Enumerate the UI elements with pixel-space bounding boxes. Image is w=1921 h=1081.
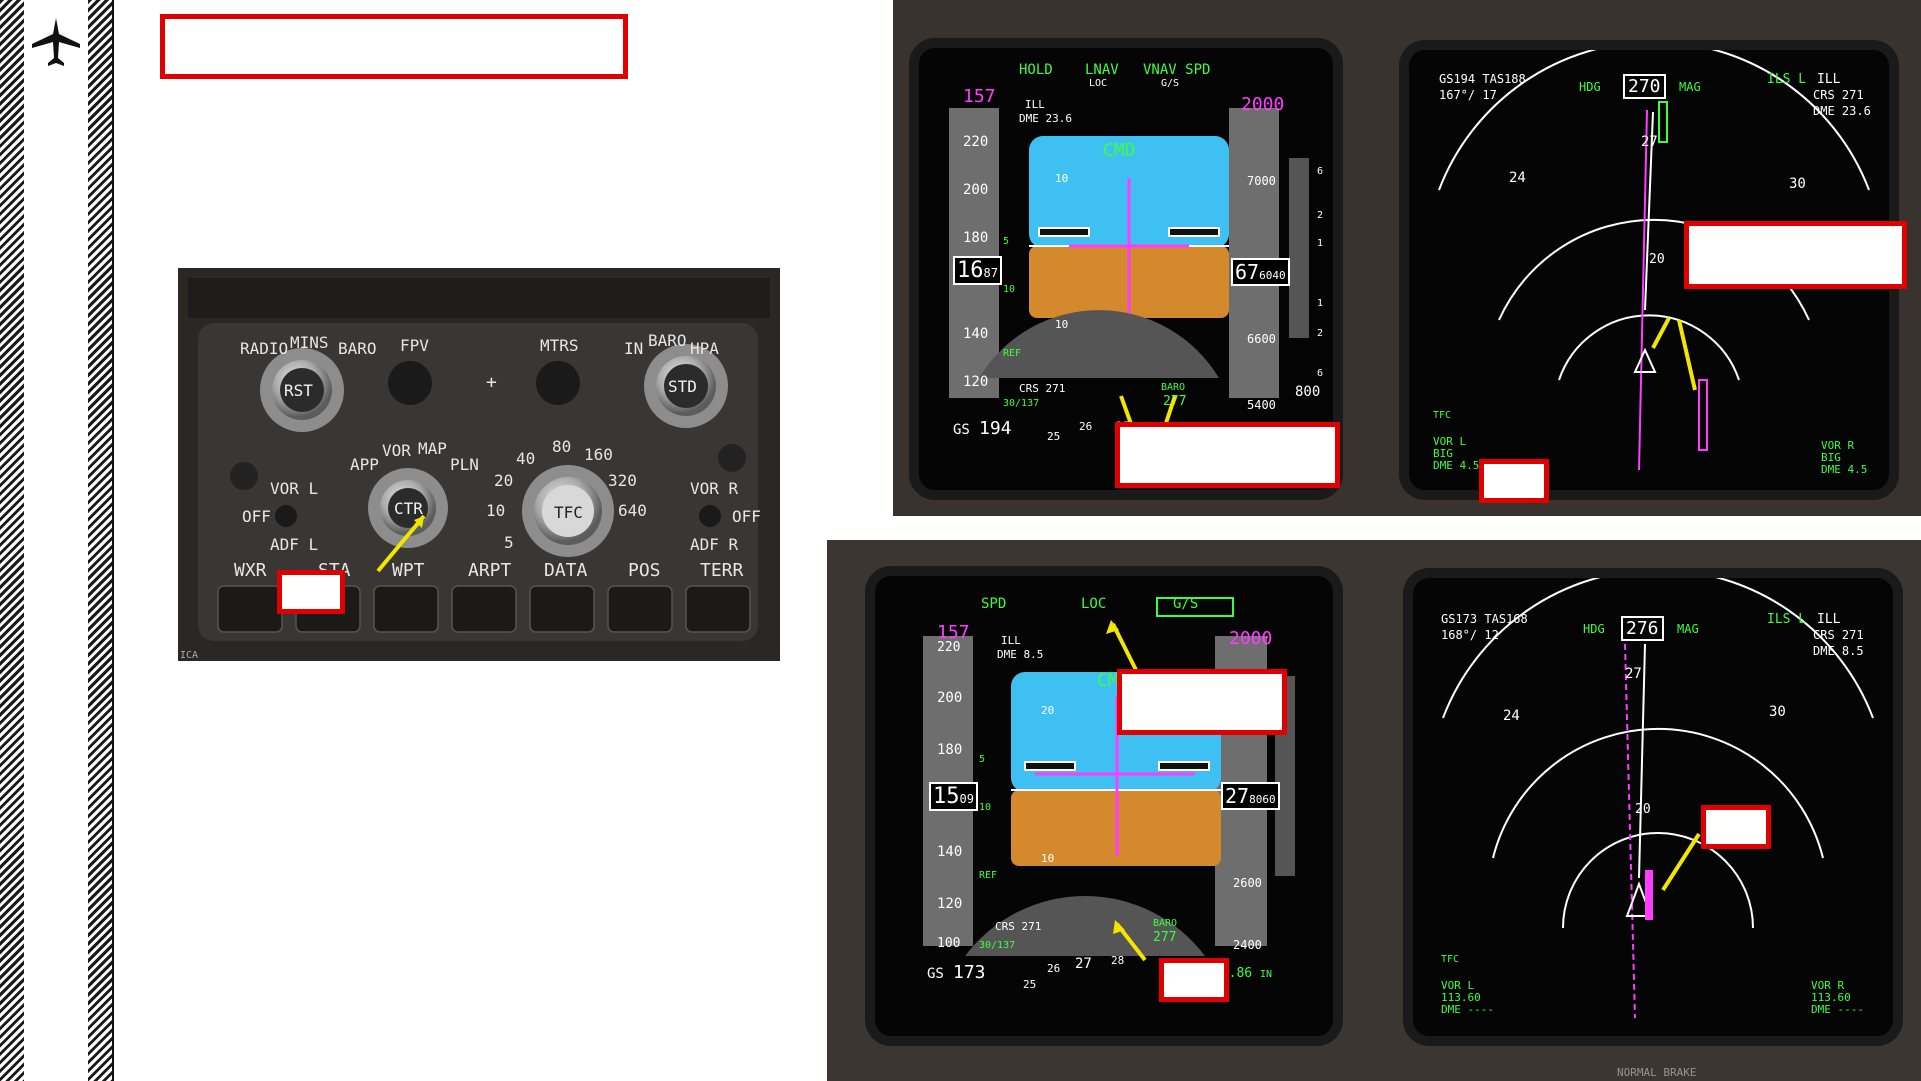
- sidebar-divider: [112, 0, 114, 1081]
- efis-label-off-r: OFF: [732, 507, 761, 526]
- sidebar-stripe-left: [0, 0, 24, 1081]
- efis-label-off-l: OFF: [242, 507, 271, 526]
- efis-label-ctr: CTR: [394, 499, 423, 518]
- annotation-box-nd-top-vor: [1479, 459, 1549, 503]
- efis-label-vor-l: VOR L: [270, 479, 318, 498]
- efis-label-mtrs: MTRS: [540, 336, 579, 355]
- efis-label-fpv: FPV: [400, 336, 429, 355]
- efis-button-label-terr: TERR: [700, 560, 744, 581]
- efis-label-plus: +: [486, 372, 497, 393]
- efis-range-80: 80: [552, 437, 571, 456]
- efis-range-640: 640: [618, 501, 647, 520]
- efis-label-adf-r: ADF R: [690, 535, 739, 554]
- efis-label-baro-right: BARO: [648, 331, 687, 350]
- efis-button-label-pos: POS: [628, 560, 661, 581]
- efis-panel-graphic: RADIO MINS BARO FPV MTRS IN BARO HPA RST…: [178, 268, 780, 661]
- efis-range-10: 10: [486, 501, 505, 520]
- efis-label-in: IN: [624, 339, 643, 358]
- efis-label-map: MAP: [418, 439, 447, 458]
- efis-range-160: 160: [584, 445, 613, 464]
- efis-label-rst: RST: [284, 381, 313, 400]
- efis-label-mins: MINS: [290, 333, 329, 352]
- efis-label-vor: VOR: [382, 441, 411, 460]
- efis-label-radio: RADIO: [240, 339, 288, 358]
- efis-button-label-data: DATA: [544, 560, 588, 581]
- annotation-box-ctr-button: [277, 570, 345, 614]
- sidebar-stripe-right: [88, 0, 112, 1081]
- airplane-icon: [32, 18, 80, 66]
- annotation-box-pfd-bottom-fma: [1117, 669, 1287, 735]
- efis-label-hpa: HPA: [690, 339, 719, 358]
- efis-label-vor-r: VOR R: [690, 479, 739, 498]
- efis-button-label-arpt: ARPT: [468, 560, 512, 581]
- efis-label-app: APP: [350, 455, 379, 474]
- efis-label-adf-l: ADF L: [270, 535, 318, 554]
- annotation-box-nd-top-localizer: [1684, 221, 1907, 289]
- annotation-box-pfd-top: [1115, 422, 1340, 488]
- annotation-box-nd-bottom-localizer: [1701, 805, 1771, 849]
- annotation-box-pfd-bottom-glideslope: [1159, 958, 1229, 1002]
- efis-label-pln: PLN: [450, 455, 479, 474]
- efis-label-std: STD: [668, 377, 697, 396]
- efis-control-panel: RADIO MINS BARO FPV MTRS IN BARO HPA RST…: [178, 268, 780, 661]
- efis-button-label-wxr: WXR: [234, 560, 267, 581]
- efis-label-baro: BARO: [338, 339, 377, 358]
- annotation-box-title: [160, 14, 628, 79]
- efis-range-5: 5: [504, 533, 514, 552]
- efis-range-20: 20: [494, 471, 513, 490]
- efis-button-label-wpt: WPT: [392, 560, 425, 581]
- efis-label-tfc: TFC: [554, 503, 583, 522]
- efis-range-320: 320: [608, 471, 637, 490]
- efis-range-40: 40: [516, 449, 535, 468]
- efis-label-corner: ICA: [180, 650, 198, 661]
